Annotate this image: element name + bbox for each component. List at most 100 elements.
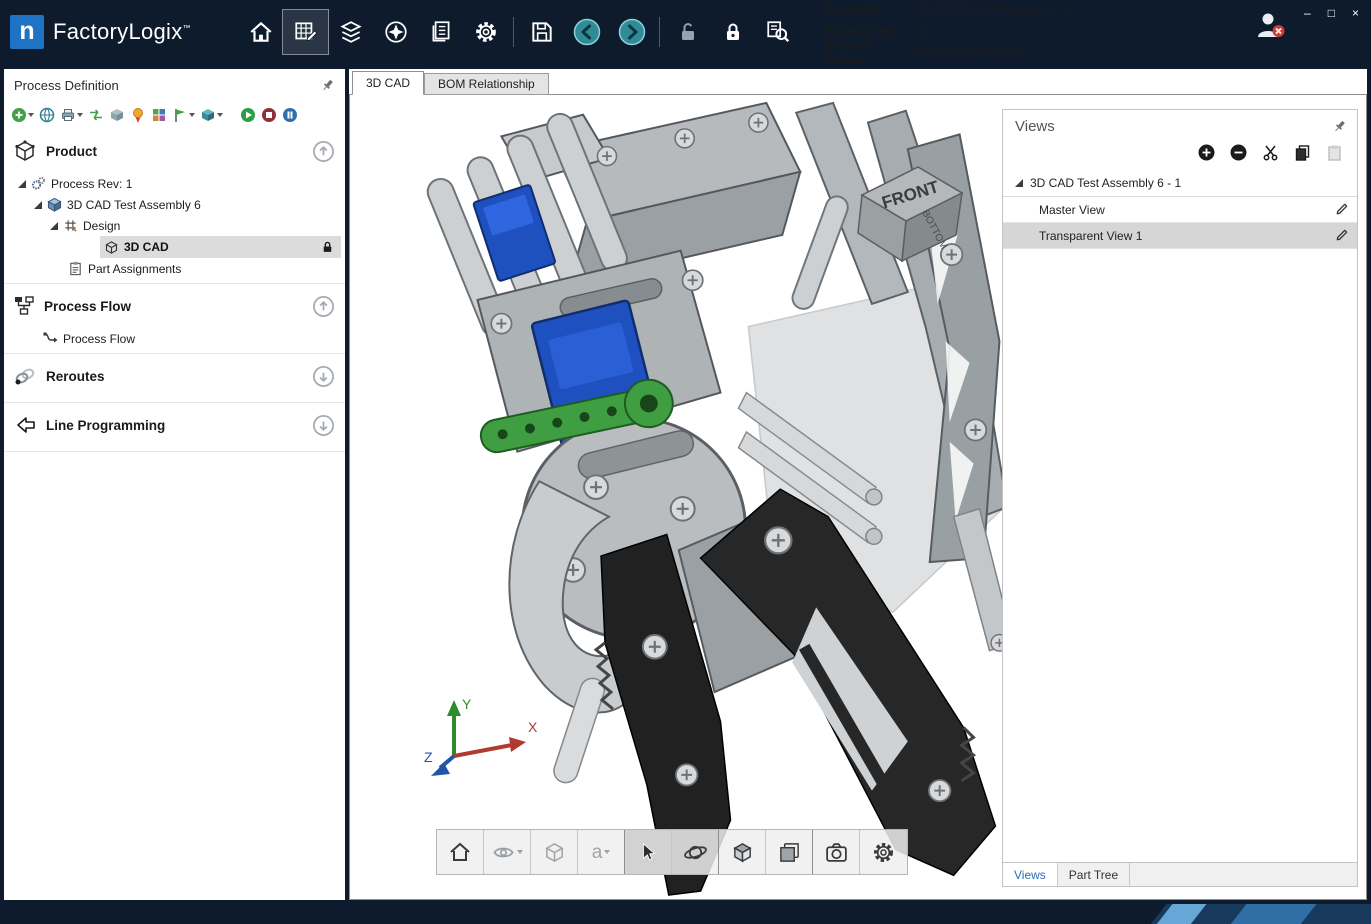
search-icon <box>765 19 791 45</box>
section-product: Product Process Rev: 1 3D CAD Test Assem… <box>4 129 345 284</box>
stop-icon <box>261 107 277 123</box>
bottom-strip <box>0 904 1371 924</box>
back-icon <box>573 18 601 46</box>
tree-item-design[interactable]: Design <box>4 215 345 236</box>
settings-button[interactable] <box>463 10 508 54</box>
section-view-button[interactable] <box>766 830 813 874</box>
minimize-button[interactable]: – <box>1304 6 1311 20</box>
expander-icon[interactable] <box>18 180 26 188</box>
titlebar: n FactoryLogix™ <box>0 0 1371 63</box>
start-icon <box>240 107 256 123</box>
unlock-button[interactable] <box>665 10 710 54</box>
arrow-up-circle-icon <box>312 295 335 318</box>
orbit-tool-button[interactable] <box>672 830 719 874</box>
process-definition-button[interactable] <box>283 10 328 54</box>
materials-button[interactable] <box>328 10 373 54</box>
add-view-button[interactable] <box>1198 144 1215 161</box>
globe-icon <box>39 107 55 123</box>
tree-item-3d-cad[interactable]: 3D CAD <box>100 236 341 258</box>
close-button[interactable]: × <box>1352 6 1359 20</box>
app-window: n FactoryLogix™ <box>0 0 1371 924</box>
forward-button[interactable] <box>609 10 654 54</box>
select-tool-button[interactable] <box>625 830 672 874</box>
section-reroutes-label: Reroutes <box>46 369 303 384</box>
pin-icon[interactable] <box>320 78 335 93</box>
section-line-programming-header[interactable]: Line Programming <box>4 403 345 447</box>
pencil-icon <box>1334 202 1349 217</box>
window-controls: – □ × <box>1304 6 1359 20</box>
back-button[interactable] <box>564 10 609 54</box>
edit-view-button[interactable] <box>1334 202 1349 217</box>
tab-bom-relationship[interactable]: BOM Relationship <box>424 73 549 95</box>
dropdown-caret-icon <box>604 850 610 854</box>
visibility-button[interactable] <box>484 830 531 874</box>
pause-button[interactable] <box>281 105 299 125</box>
navigation-button[interactable] <box>373 10 418 54</box>
cut-view-button[interactable] <box>1262 144 1279 161</box>
home-button[interactable] <box>238 10 283 54</box>
trademark: ™ <box>183 23 191 32</box>
expander-icon[interactable] <box>34 201 42 209</box>
view-item-transparent[interactable]: Transparent View 1 <box>1003 223 1357 249</box>
views-panel-title: Views <box>1015 118 1332 135</box>
collapse-product-button[interactable] <box>312 140 335 163</box>
lock-button[interactable] <box>710 10 755 54</box>
tree-item-part-assignments[interactable]: Part Assignments <box>4 258 345 279</box>
save-button[interactable] <box>519 10 564 54</box>
add-button[interactable] <box>10 105 35 125</box>
views-toolbar <box>1003 137 1357 170</box>
viewport-home-button[interactable] <box>437 830 484 874</box>
start-button[interactable] <box>239 105 257 125</box>
documents-button[interactable] <box>418 10 463 54</box>
isometric-view-button[interactable] <box>719 830 766 874</box>
remove-view-button[interactable] <box>1230 144 1247 161</box>
assembly-row: Assembly:3D CAD Test Assembly 6 - 1 <box>824 0 1068 21</box>
user-account-button[interactable] <box>1253 10 1287 43</box>
cad-viewport[interactable]: FRONT BOTTOM Y X Z <box>349 94 1367 900</box>
view-cube[interactable]: FRONT BOTTOM <box>848 155 973 278</box>
find-part-button[interactable] <box>755 10 800 54</box>
tree-item-process-flow[interactable]: Process Flow <box>4 328 345 349</box>
flow-arrow-icon <box>42 331 58 347</box>
expander-icon[interactable] <box>1015 179 1023 187</box>
section-process-flow-header[interactable]: Process Flow <box>4 284 345 328</box>
web-sync-button[interactable] <box>38 105 56 125</box>
expander-icon[interactable] <box>50 222 58 230</box>
sidebar-toolbar <box>4 101 345 129</box>
eye-icon <box>492 841 515 864</box>
viewer-settings-button[interactable] <box>860 830 907 874</box>
flag-button[interactable] <box>171 105 196 125</box>
tab-label: BOM Relationship <box>438 77 535 91</box>
components-button[interactable] <box>150 105 168 125</box>
tab-3d-cad[interactable]: 3D CAD <box>352 71 424 95</box>
award-button[interactable] <box>129 105 147 125</box>
paste-view-button[interactable] <box>1326 144 1343 161</box>
shaded-view-button[interactable] <box>531 830 578 874</box>
snapshot-button[interactable] <box>813 830 860 874</box>
annotations-button[interactable]: a <box>578 830 625 874</box>
tab-views[interactable]: Views <box>1003 863 1058 886</box>
edit-view-button[interactable] <box>1334 228 1349 243</box>
print-button[interactable] <box>59 105 84 125</box>
expand-reroutes-button[interactable] <box>312 365 335 388</box>
scissors-icon <box>1262 144 1279 161</box>
copy-view-button[interactable] <box>1294 144 1311 161</box>
cad-cube-icon <box>104 240 119 255</box>
stop-button[interactable] <box>260 105 278 125</box>
collapse-process-flow-button[interactable] <box>312 295 335 318</box>
transfer-button[interactable] <box>87 105 105 125</box>
tree-item-process-rev[interactable]: Process Rev: 1 <box>4 173 345 194</box>
export-button[interactable] <box>199 105 224 125</box>
section-reroutes-header[interactable]: Reroutes <box>4 354 345 398</box>
release-status-label: Release Status: <box>824 38 912 68</box>
dropdown-caret-icon <box>77 113 83 117</box>
maximize-button[interactable]: □ <box>1328 6 1335 20</box>
tree-item-assembly[interactable]: 3D CAD Test Assembly 6 <box>4 194 345 215</box>
expand-line-programming-button[interactable] <box>312 414 335 437</box>
views-pin-icon[interactable] <box>1332 119 1347 134</box>
section-product-header[interactable]: Product <box>4 129 345 173</box>
tab-part-tree[interactable]: Part Tree <box>1058 863 1130 886</box>
template-button[interactable] <box>108 105 126 125</box>
view-item-master[interactable]: Master View <box>1003 197 1357 223</box>
views-tree-root[interactable]: 3D CAD Test Assembly 6 - 1 <box>1003 170 1357 197</box>
